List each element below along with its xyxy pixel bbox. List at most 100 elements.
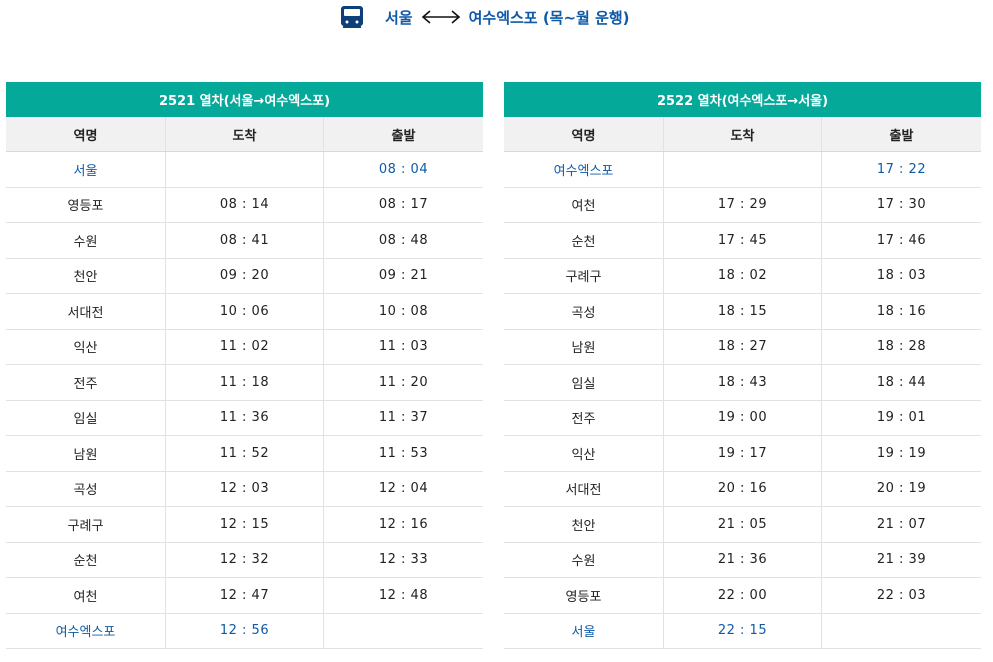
- departure-cell: 11 : 53: [378, 445, 429, 461]
- table-row: 수원 21 : 36 21 : 39: [504, 542, 981, 578]
- arrival-cell: 08 : 41: [166, 223, 324, 258]
- column-header-row: 역명 도착 출발: [6, 117, 483, 152]
- station-cell: 서울: [6, 152, 166, 187]
- station-cell: 천안: [504, 507, 664, 542]
- station-cell: 익산: [504, 436, 664, 471]
- departure-cell: 08 : 17: [378, 197, 429, 213]
- departure-cell: [822, 614, 981, 649]
- table-row: 서대전 10 : 06 10 : 08: [6, 294, 483, 330]
- departure-cell: 20 : 19: [876, 481, 927, 497]
- table-row: 서울 22 : 15: [504, 613, 981, 649]
- column-header-departure: 출발: [889, 128, 914, 144]
- table-row: 임실 11 : 36 11 : 37: [6, 400, 483, 436]
- station-cell: 전주: [6, 365, 166, 400]
- departure-cell: 08 : 48: [378, 232, 429, 248]
- station-cell: 순천: [6, 542, 166, 577]
- station-cell: 서대전: [6, 294, 166, 329]
- column-header-departure: 출발: [391, 128, 416, 144]
- table-row: 남원 11 : 52 11 : 53: [6, 436, 483, 472]
- route-origin: 서울: [385, 8, 413, 27]
- timetable-2521: 2521 열차(서울→여수엑스포) 역명 도착 출발 서울 08 : 04 영등포 0…: [6, 82, 483, 649]
- arrival-cell: 12 : 56: [166, 613, 324, 648]
- station-cell: 구례구: [6, 507, 166, 542]
- departure-cell: 11 : 03: [378, 339, 429, 355]
- table-row: 서울 08 : 04: [6, 152, 483, 188]
- departure-cell: 17 : 30: [876, 197, 927, 213]
- table-row: 익산 11 : 02 11 : 03: [6, 329, 483, 365]
- arrival-cell: 17 : 29: [664, 187, 822, 222]
- departure-cell: 21 : 07: [876, 516, 927, 532]
- table-row: 전주 19 : 00 19 : 01: [504, 400, 981, 436]
- table-row: 영등포 22 : 00 22 : 03: [504, 578, 981, 614]
- station-cell: 임실: [6, 400, 166, 435]
- station-cell: 서대전: [504, 471, 664, 506]
- table-row: 순천 17 : 45 17 : 46: [504, 223, 981, 259]
- timetable-2522: 2522 열차(여수엑스포→서울) 역명 도착 출발 여수엑스포 17 : 22 여…: [504, 82, 981, 649]
- timetable-title: 2522 열차(여수엑스포→서울): [504, 82, 981, 117]
- arrival-cell: 11 : 36: [166, 400, 324, 435]
- table-row: 천안 09 : 20 09 : 21: [6, 258, 483, 294]
- arrival-cell: 22 : 15: [664, 613, 822, 648]
- arrival-cell: 18 : 27: [664, 329, 822, 364]
- departure-cell: 12 : 33: [378, 552, 429, 568]
- table-row: 수원 08 : 41 08 : 48: [6, 223, 483, 259]
- departure-cell: 17 : 22: [876, 161, 927, 177]
- station-cell: 전주: [504, 400, 664, 435]
- station-cell: 순천: [504, 223, 664, 258]
- arrival-cell: 08 : 14: [166, 187, 324, 222]
- station-cell: 남원: [6, 436, 166, 471]
- station-cell: 여천: [6, 578, 166, 613]
- arrival-cell: 11 : 02: [166, 329, 324, 364]
- arrival-cell: 20 : 16: [664, 471, 822, 506]
- arrival-cell: 12 : 03: [166, 471, 324, 506]
- route-destination: 여수엑스포 (목~월 운행): [468, 8, 630, 27]
- table-row: 임실 18 : 43 18 : 44: [504, 365, 981, 401]
- station-cell: 천안: [6, 258, 166, 293]
- station-cell: 여수엑스포: [6, 613, 166, 648]
- arrival-cell: 19 : 17: [664, 436, 822, 471]
- station-cell: 남원: [504, 329, 664, 364]
- table-row: 여천 12 : 47 12 : 48: [6, 578, 483, 614]
- departure-cell: 19 : 01: [876, 410, 927, 426]
- train-icon: [341, 6, 363, 28]
- table-row: 전주 11 : 18 11 : 20: [6, 365, 483, 401]
- departure-cell: 21 : 39: [876, 552, 927, 568]
- column-header-station: 역명: [504, 117, 664, 151]
- departure-cell: 09 : 21: [378, 268, 429, 284]
- arrival-cell: 21 : 05: [664, 507, 822, 542]
- timetable-rows: 서울 08 : 04 영등포 08 : 14 08 : 17 수원 08 : 41 08 : …: [6, 152, 483, 649]
- arrival-cell: 21 : 36: [664, 542, 822, 577]
- departure-cell: 17 : 46: [876, 232, 927, 248]
- timetable-rows: 여수엑스포 17 : 22 여천 17 : 29 17 : 30 순천 17 : 45 17 …: [504, 152, 981, 649]
- arrival-cell: 12 : 32: [166, 542, 324, 577]
- arrival-cell: 17 : 45: [664, 223, 822, 258]
- table-row: 서대전 20 : 16 20 : 19: [504, 471, 981, 507]
- arrival-cell: 19 : 00: [664, 400, 822, 435]
- departure-cell: 11 : 37: [378, 410, 429, 426]
- arrival-cell: 09 : 20: [166, 258, 324, 293]
- departure-cell: 12 : 16: [378, 516, 429, 532]
- arrival-cell: 18 : 15: [664, 294, 822, 329]
- column-header-arrival: 도착: [664, 117, 822, 151]
- station-cell: 곡성: [504, 294, 664, 329]
- station-cell: 수원: [504, 542, 664, 577]
- arrival-cell: [664, 152, 822, 187]
- departure-cell: 10 : 08: [378, 303, 429, 319]
- arrival-cell: 12 : 47: [166, 578, 324, 613]
- column-header-station: 역명: [6, 117, 166, 151]
- departure-cell: 18 : 03: [876, 268, 927, 284]
- departure-cell: 18 : 16: [876, 303, 927, 319]
- departure-cell: 18 : 44: [876, 374, 927, 390]
- table-row: 익산 19 : 17 19 : 19: [504, 436, 981, 472]
- arrival-cell: 12 : 15: [166, 507, 324, 542]
- station-cell: 영등포: [504, 578, 664, 613]
- route-summary: 서울 여수엑스포 (목~월 운행): [340, 2, 630, 32]
- timetable-title: 2521 열차(서울→여수엑스포): [6, 82, 483, 117]
- station-cell: 수원: [6, 223, 166, 258]
- station-cell: 익산: [6, 329, 166, 364]
- table-row: 천안 21 : 05 21 : 07: [504, 507, 981, 543]
- departure-cell: 22 : 03: [876, 587, 927, 603]
- route-header: 서울 여수엑스포 (목~월 운행): [0, 0, 993, 34]
- table-row: 곡성 18 : 15 18 : 16: [504, 294, 981, 330]
- arrival-cell: 18 : 02: [664, 258, 822, 293]
